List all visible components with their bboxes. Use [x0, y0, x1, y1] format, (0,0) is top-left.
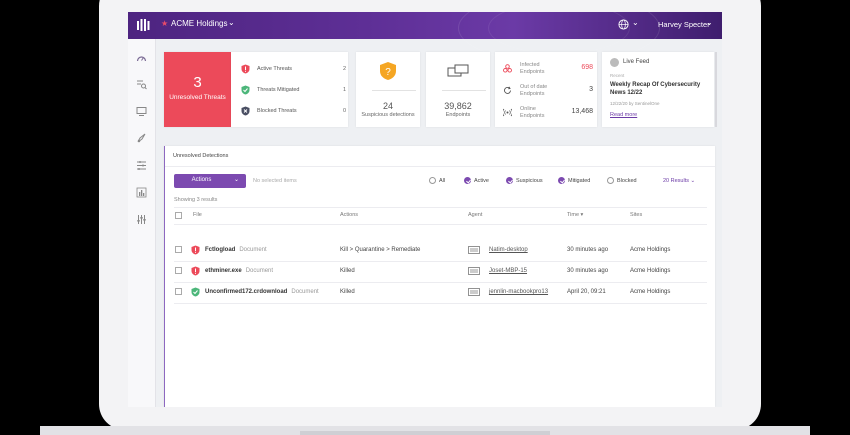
live-feed-card: Live Feed Recent Weekly Recap Of Cyberse… [602, 52, 717, 127]
row-time: April 20, 09:21 [567, 289, 606, 295]
endpoints-label: Endpoints [445, 112, 471, 118]
file-name[interactable]: Fctlogload [205, 247, 235, 253]
live-feed-tag: Recent [610, 73, 625, 78]
sidebar [128, 39, 156, 407]
row-actions: Killed [340, 289, 355, 295]
unresolved-threats-card[interactable]: 3 Unresolved Threats [164, 52, 231, 127]
select-all-checkbox[interactable] [175, 212, 182, 219]
active-threats-row[interactable]: Active Threats 2 [241, 64, 346, 74]
row-site: Acme Holdings [630, 247, 671, 253]
row-actions: Killed [340, 268, 355, 274]
app-screen: ★ ACME Holdings ⌄ ⌄ Harvey Specter ⌄ 3 U… [128, 12, 722, 407]
column-agent[interactable]: Agent [468, 212, 482, 218]
selection-status: No selected items [253, 178, 297, 184]
computer-icon [468, 267, 480, 275]
sentinelone-logo-icon[interactable] [136, 18, 150, 32]
file-name[interactable]: ethminer.exe [205, 268, 242, 274]
search-list-icon[interactable] [136, 79, 147, 90]
chevron-down-icon[interactable]: ⌄ [228, 18, 235, 27]
column-sites[interactable]: Sites [630, 212, 642, 218]
row-site: Acme Holdings [630, 289, 671, 295]
table-header: File Actions Agent Time ▾ Sites [174, 207, 707, 225]
suspicious-count: 24 [382, 101, 393, 111]
rocket-icon[interactable] [136, 133, 147, 144]
column-file[interactable]: File [193, 212, 202, 218]
endpoint-stats-card: Infected Endpoints 698 Out of date Endpoin… [495, 52, 597, 127]
bar-chart-icon[interactable] [136, 187, 147, 198]
warning-shield-icon: ? [380, 62, 396, 80]
checked-icon [558, 177, 565, 184]
threat-breakdown-card: Active Threats 2 Threats Mitigated 1 Blo… [231, 52, 348, 127]
radio-icon [607, 177, 614, 184]
computer-icon [468, 246, 480, 254]
green-shield-icon [191, 287, 200, 297]
chevron-down-icon[interactable]: ⌄ [632, 18, 639, 27]
live-feed-headline[interactable]: Weekly Recap Of Cybersecurity [610, 82, 700, 88]
read-more-link[interactable]: Read more [610, 112, 637, 118]
endpoints-icon [447, 64, 469, 77]
unresolved-threats-count: 3 [193, 74, 202, 91]
row-checkbox[interactable] [175, 288, 182, 295]
broadcast-icon [503, 108, 512, 117]
table-row[interactable]: Fctlogload Document Kill > Quarantine > R… [174, 240, 707, 262]
row-actions: Kill > Quarantine > Remediate [340, 247, 421, 253]
red-shield-icon [191, 266, 200, 276]
suspicious-label: Suspicious detections [361, 112, 415, 118]
filter-list-icon[interactable] [136, 160, 147, 171]
threats-mitigated-row[interactable]: Threats Mitigated 1 [241, 85, 346, 95]
table-row[interactable]: Unconfirmed172.crdownload Document Killed… [174, 282, 707, 304]
dashboard-icon[interactable] [136, 53, 147, 64]
endpoints-count: 39,862 [444, 101, 472, 111]
unresolved-detections-panel: Unresolved Detections Actions ⌄ No selec… [164, 146, 715, 407]
showing-results-label: Showing 3 results [174, 197, 218, 203]
refresh-icon [504, 86, 511, 94]
dark-shield-icon [241, 106, 250, 116]
column-actions[interactable]: Actions [340, 212, 358, 218]
row-site: Acme Holdings [630, 268, 671, 274]
radio-icon [429, 177, 436, 184]
biohazard-icon [503, 64, 512, 73]
agent-link[interactable]: jennlin-macbookpro13 [489, 289, 548, 295]
row-time: 30 minutes ago [567, 247, 609, 253]
user-menu[interactable]: Harvey Specter [658, 20, 710, 29]
org-favorite-icon: ★ [161, 19, 169, 28]
column-time[interactable]: Time ▾ [567, 212, 583, 218]
file-name[interactable]: Unconfirmed172.crdownload [205, 289, 287, 295]
out-of-date-endpoints-row[interactable]: Out of date Endpoints 3 [503, 84, 593, 98]
globe-icon[interactable] [618, 19, 629, 30]
org-selector-label[interactable]: ACME Holdings [171, 19, 227, 28]
table-row[interactable]: ethminer.exe Document Killed Joset-MBP-15… [174, 261, 707, 283]
svg-text:?: ? [385, 67, 391, 78]
red-shield-icon [191, 245, 200, 255]
results-count-dropdown[interactable]: 20 Results ⌄ [663, 178, 695, 184]
row-checkbox[interactable] [175, 246, 182, 253]
checked-icon [506, 177, 513, 184]
sliders-icon[interactable] [136, 214, 147, 225]
infected-endpoints-row[interactable]: Infected Endpoints 698 [503, 62, 593, 76]
live-feed-icon [610, 58, 619, 67]
suspicious-detections-card[interactable]: ? 24 Suspicious detections [356, 52, 420, 127]
agent-link[interactable]: Joset-MBP-15 [489, 268, 527, 274]
agent-link[interactable]: Natim-desktop [489, 247, 528, 253]
endpoints-card[interactable]: 39,862 Endpoints [426, 52, 490, 127]
live-feed-title: Live Feed [623, 59, 650, 65]
green-shield-icon [241, 85, 250, 95]
tablet-base-mark [300, 431, 550, 435]
chevron-down-icon: ⌄ [234, 177, 240, 183]
chevron-down-icon[interactable]: ⌄ [706, 18, 713, 27]
monitor-icon[interactable] [136, 106, 147, 117]
row-checkbox[interactable] [175, 267, 182, 274]
red-shield-icon [241, 64, 250, 74]
unresolved-threats-label: Unresolved Threats [169, 94, 226, 101]
live-feed-byline: 12/22/20 by SentinelOne [610, 101, 660, 106]
row-time: 30 minutes ago [567, 268, 609, 274]
computer-icon [468, 288, 480, 296]
checked-icon [464, 177, 471, 184]
panel-title: Unresolved Detections [173, 153, 229, 159]
online-endpoints-row[interactable]: Online Endpoints 13,468 [503, 106, 593, 120]
top-bar: ★ ACME Holdings ⌄ ⌄ Harvey Specter ⌄ [128, 12, 722, 64]
blocked-threats-row[interactable]: Blocked Threats 0 [241, 106, 346, 116]
feed-scrollbar[interactable] [715, 52, 717, 127]
actions-dropdown[interactable]: Actions ⌄ [174, 174, 246, 188]
